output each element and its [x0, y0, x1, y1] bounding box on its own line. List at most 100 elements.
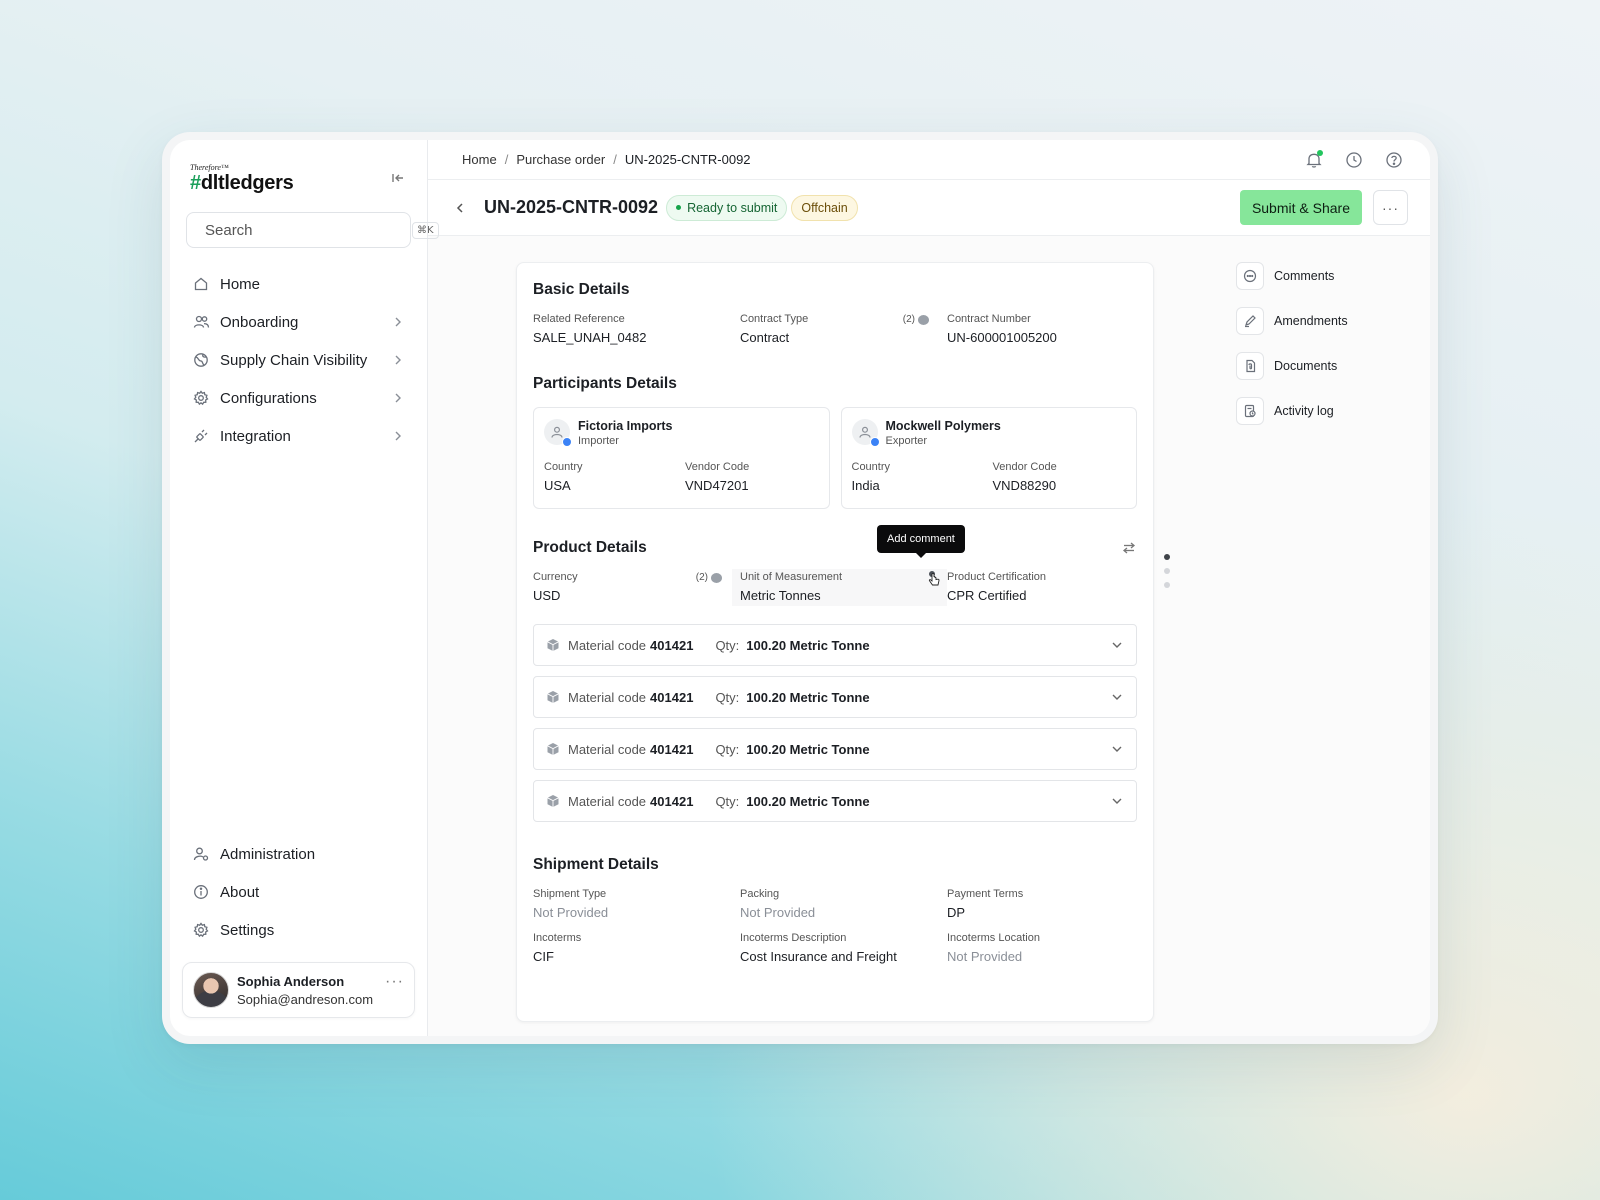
search-box[interactable]: ⌘K [186, 212, 439, 248]
comment-count[interactable]: (2) [696, 572, 722, 583]
field-label: Incoterms Description [740, 932, 847, 944]
comment-count[interactable]: (2) [903, 314, 929, 325]
material-row[interactable]: Material code 401421 Qty: 100.20 Metric … [533, 624, 1137, 666]
box-icon [547, 691, 559, 703]
page-header: UN-2025-CNTR-0092 Ready to submit Offcha… [428, 180, 1430, 236]
comment-bubble-icon [711, 572, 722, 583]
breadcrumb-home[interactable]: Home [462, 152, 497, 167]
material-row[interactable]: Material code 401421 Qty: 100.20 Metric … [533, 728, 1137, 770]
nav-item-settings[interactable]: Settings [182, 912, 415, 948]
qty-value: 100.20 Metric Tonne [746, 793, 870, 809]
hand-cursor-icon [928, 571, 940, 586]
pager-dot[interactable] [1164, 568, 1170, 574]
nav-item-onboarding[interactable]: Onboarding [182, 304, 415, 340]
nav-item-supply-chain-visibility[interactable]: Supply Chain Visibility [182, 342, 415, 378]
status-dot [676, 205, 682, 210]
top-bar: Home / Purchase order / UN-2025-CNTR-009… [428, 140, 1430, 180]
field-packing: Packing Not Provided [740, 888, 947, 920]
field-country: Country India [852, 461, 993, 493]
swap-icon[interactable] [1121, 540, 1137, 556]
nav-item-integration[interactable]: Integration [182, 418, 415, 454]
field-value: USA [544, 478, 571, 493]
verified-icon [562, 437, 572, 447]
user-info: Sophia Anderson Sophia@andreson.com [237, 974, 377, 1007]
search-input[interactable] [205, 221, 404, 239]
logo-row: Therefore™ #dltledgers [182, 158, 415, 198]
side-action-label: Documents [1274, 359, 1338, 373]
document-icon [1236, 352, 1264, 380]
side-action-amendments[interactable]: Amendments [1236, 307, 1348, 335]
breadcrumb-section[interactable]: Purchase order [516, 152, 605, 167]
material-code: 401421 [650, 689, 694, 705]
field-vendor-code: Vendor Code VND47201 [685, 461, 819, 493]
field-value: VND47201 [685, 478, 749, 493]
sidebar: Therefore™ #dltledgers ⌘K Home [170, 140, 439, 1036]
section-title: Product Details [533, 539, 647, 556]
brand-logo[interactable]: Therefore™ #dltledgers [190, 163, 294, 193]
box-icon [547, 743, 559, 755]
shipment-details-section: Shipment Details Shipment Type Not Provi… [533, 856, 1137, 964]
nav-item-configurations[interactable]: Configurations [182, 380, 415, 416]
pager-dot[interactable] [1164, 554, 1170, 560]
nav-label: Configurations [220, 389, 317, 407]
notification-dot [1317, 149, 1323, 156]
bell-icon[interactable] [1304, 149, 1324, 170]
nav-label: About [220, 883, 260, 901]
field-label: Related Reference [533, 313, 625, 325]
history-icon[interactable] [1344, 150, 1364, 170]
user-card[interactable]: Sophia Anderson Sophia@andreson.com ··· [182, 962, 415, 1018]
field-incoterms: Incoterms CIF [533, 932, 740, 964]
field-unit-of-measurement[interactable]: Unit of Measurement Metric Tonnes [732, 569, 947, 606]
field-value: Not Provided [947, 949, 1023, 964]
nav-item-administration[interactable]: Administration [182, 836, 415, 872]
box-icon [547, 795, 559, 807]
material-code: 401421 [650, 793, 694, 809]
material-row[interactable]: Material code 401421 Qty: 100.20 Metric … [533, 780, 1137, 822]
field-value: CIF [533, 949, 554, 964]
more-options-button[interactable]: ··· [1373, 190, 1408, 225]
field-label: Payment Terms [947, 888, 1024, 900]
nav-item-about[interactable]: About [182, 874, 415, 910]
field-value: Contract [740, 330, 790, 345]
side-action-label: Comments [1274, 269, 1335, 283]
field-value: SALE_UNAH_0482 [533, 330, 647, 345]
materials-list: Material code 401421 Qty: 100.20 Metric … [533, 624, 1137, 822]
main-nav: Home Onboarding Supply Chain Visibility … [182, 266, 415, 454]
pager-dot[interactable] [1164, 582, 1170, 588]
material-label: Material code [568, 793, 647, 809]
participant-card-exporter[interactable]: Mockwell Polymers Exporter Country India [840, 407, 1137, 509]
material-label: Material code [568, 637, 647, 653]
field-value: VND88290 [992, 478, 1057, 493]
top-icons [1304, 149, 1404, 170]
field-label: Incoterms Location [947, 932, 1040, 944]
side-action-documents[interactable]: Documents [1236, 352, 1348, 380]
back-arrow-icon[interactable] [450, 198, 470, 218]
material-row[interactable]: Material code 401421 Qty: 100.20 Metric … [533, 676, 1137, 718]
participants-section: Participants Details Fictoria Imports Im… [533, 375, 1137, 509]
qty-label: Qty: [715, 741, 740, 757]
chevron-right-icon [391, 353, 405, 367]
bottom-nav: Administration About Settings [182, 836, 415, 948]
plug-icon [192, 427, 210, 445]
nav-item-home[interactable]: Home [182, 266, 415, 302]
field-label: Shipment Type [533, 888, 607, 900]
qty-label: Qty: [715, 637, 740, 653]
field-label: Vendor Code [685, 461, 750, 473]
qty-value: 100.20 Metric Tonne [746, 637, 870, 653]
submit-share-button[interactable]: Submit & Share [1239, 190, 1362, 225]
side-action-comments[interactable]: Comments [1236, 262, 1348, 290]
collapse-sidebar-button[interactable] [385, 165, 411, 191]
field-label: Product Certification [947, 571, 1047, 583]
help-icon[interactable] [1384, 150, 1404, 170]
field-vendor-code: Vendor Code VND88290 [993, 461, 1127, 493]
add-comment-tooltip: Add comment [877, 525, 965, 558]
field-label: Country [851, 461, 891, 473]
field-label: Incoterms [533, 932, 582, 944]
user-menu-icon[interactable]: ··· [385, 973, 404, 991]
chevron-down-icon [1112, 746, 1122, 752]
participant-fields: Country India Vendor Code VND88290 [852, 461, 1127, 493]
side-action-activity-log[interactable]: Activity log [1236, 397, 1348, 425]
info-icon [192, 883, 210, 901]
participant-card-importer[interactable]: Fictoria Imports Importer Country USA Ve… [533, 407, 830, 509]
field-value: USD [533, 588, 561, 603]
